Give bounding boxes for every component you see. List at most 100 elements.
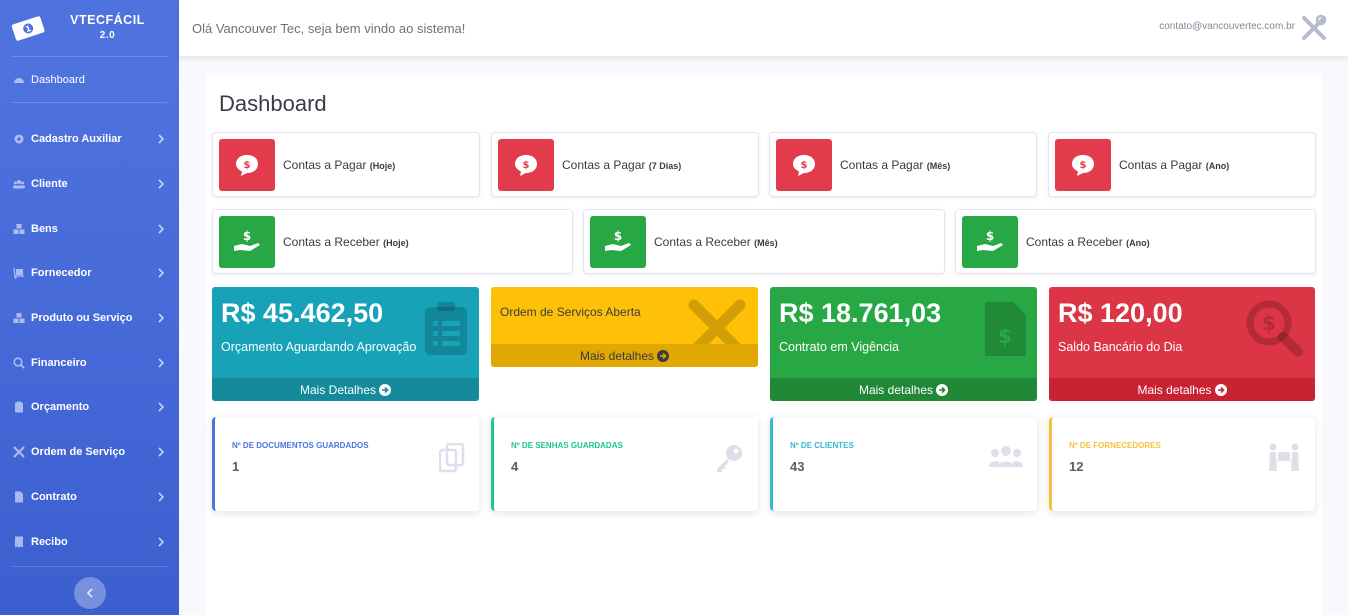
sidebar-item-bens[interactable]: Bens bbox=[0, 206, 179, 251]
sidebar-item-label: Fornecedor bbox=[31, 267, 92, 280]
people-carry-icon bbox=[1269, 443, 1299, 471]
stat-card-clientes: Nº de Clientes 43 bbox=[770, 417, 1037, 511]
card-label: Contas a Receber (Ano) bbox=[1026, 235, 1150, 249]
card-label: Contas a Receber (Hoje) bbox=[283, 235, 409, 249]
card-title: Contas a Receber bbox=[1026, 234, 1123, 249]
money-alert-icon: $ bbox=[1055, 138, 1111, 191]
stat-value: 43 bbox=[790, 459, 805, 474]
sidebar-item-cadastro-auxiliar[interactable]: Cadastro Auxiliar bbox=[0, 117, 179, 162]
card-period: (Ano) bbox=[1205, 160, 1230, 171]
sidebar-item-orcamento[interactable]: Orçamento bbox=[0, 385, 179, 430]
gear-icon bbox=[14, 134, 24, 144]
summary-description: Orçamento Aguardando Aprovação bbox=[221, 340, 417, 354]
card-period: (Mês) bbox=[754, 237, 778, 248]
boxes-icon bbox=[13, 223, 25, 234]
card-label: Contas a Pagar (Ano) bbox=[1119, 158, 1229, 172]
stat-label: Nº de Documentos Guardados bbox=[232, 441, 369, 450]
sidebar-item-recibo[interactable]: Recibo bbox=[0, 519, 179, 564]
svg-text:$: $ bbox=[244, 160, 251, 171]
card-title: Contas a Pagar bbox=[562, 157, 646, 172]
card-period: (Mês) bbox=[926, 160, 951, 171]
brand[interactable]: 1 VTECFÁCIL 2.0 bbox=[0, 0, 179, 56]
summary-value: R$ 45.462,50 bbox=[221, 298, 384, 328]
summary-value: R$ 120,00 bbox=[1058, 298, 1183, 328]
sidebar-item-label: Contrato bbox=[31, 490, 77, 503]
chevron-right-icon bbox=[158, 313, 165, 323]
welcome-message: Olá Vancouver Tec, seja bem vindo ao sis… bbox=[192, 20, 466, 36]
stat-card-documentos: Nº de Documentos Guardados 1 bbox=[212, 417, 479, 511]
sidebar-item-financeiro[interactable]: Financeiro bbox=[0, 340, 179, 385]
contas-pagar-ano-card[interactable]: $ Contas a Pagar (Ano) bbox=[1048, 132, 1316, 197]
clipboard-icon bbox=[15, 401, 23, 413]
sidebar-item-fornecedor[interactable]: Fornecedor bbox=[0, 251, 179, 296]
sidebar-item-produto-servico[interactable]: Produto ou Serviço bbox=[0, 296, 179, 341]
stat-value: 4 bbox=[511, 459, 519, 474]
contas-receber-mes-card[interactable]: $ Contas a Receber (Mês) bbox=[583, 209, 945, 274]
tools-icon[interactable] bbox=[1300, 14, 1328, 42]
contas-pagar-mes-card[interactable]: $ Contas a Pagar (Mês) bbox=[769, 132, 1037, 197]
chevron-right-icon bbox=[158, 179, 165, 189]
cubes-icon bbox=[13, 313, 25, 324]
stat-card-senhas: Nº de Senhas Guardadas 4 bbox=[491, 417, 758, 511]
mais-detalhes-link[interactable]: Mais detalhes bbox=[770, 378, 1037, 401]
footer-label: Mais detalhes bbox=[579, 348, 655, 363]
svg-text:$: $ bbox=[243, 229, 251, 243]
hand-holding-usd-icon: $ bbox=[219, 215, 275, 268]
contas-pagar-7dias-card[interactable]: $ Contas a Pagar (7 Dias) bbox=[491, 132, 759, 197]
money-bill-icon: 1 bbox=[11, 16, 45, 41]
chevron-right-icon bbox=[158, 268, 165, 278]
mais-detalhes-link[interactable]: Mais detalhes bbox=[1049, 378, 1315, 401]
chevron-right-icon bbox=[158, 536, 165, 547]
hand-holding-usd-icon: $ bbox=[962, 215, 1018, 268]
sidebar: 1 VTECFÁCIL 2.0 Dashboard Cadastro Auxil… bbox=[0, 0, 179, 615]
contas-pagar-hoje-card[interactable]: $ Contas a Pagar (Hoje) bbox=[212, 132, 480, 197]
copy-icon bbox=[439, 443, 465, 473]
summary-description: Ordem de Serviços Aberta bbox=[500, 305, 641, 319]
chevron-left-icon bbox=[86, 588, 93, 598]
search-dollar-icon bbox=[13, 357, 25, 369]
sidebar-item-cliente[interactable]: Cliente bbox=[0, 162, 179, 207]
file-invoice-dollar-icon: $ bbox=[985, 302, 1026, 356]
svg-text:$: $ bbox=[614, 229, 622, 243]
sidebar-item-contrato[interactable]: Contrato bbox=[0, 475, 179, 520]
money-alert-icon: $ bbox=[776, 138, 832, 191]
sidebar-toggle-button[interactable] bbox=[74, 577, 106, 609]
orcamento-summary-card: R$ 45.462,50 Orçamento Aguardando Aprova… bbox=[212, 287, 479, 401]
card-label: Contas a Pagar (Hoje) bbox=[283, 158, 395, 172]
search-dollar-icon: $ bbox=[1246, 300, 1303, 357]
sidebar-item-label: Cliente bbox=[31, 178, 68, 191]
contas-receber-ano-card[interactable]: $ Contas a Receber (Ano) bbox=[955, 209, 1316, 274]
page-title: Dashboard bbox=[219, 91, 327, 116]
chevron-right-icon bbox=[158, 492, 165, 502]
file-icon bbox=[15, 491, 23, 503]
sidebar-item-label: Ordem de Serviço bbox=[31, 446, 126, 459]
clipboard-list-icon bbox=[425, 302, 467, 355]
card-period: (Ano) bbox=[1126, 237, 1150, 248]
dolly-icon bbox=[13, 268, 24, 280]
arrow-circle-right-icon bbox=[936, 383, 949, 396]
arrow-circle-right-icon bbox=[1214, 383, 1227, 396]
contas-receber-hoje-card[interactable]: $ Contas a Receber (Hoje) bbox=[212, 209, 573, 274]
receipt-icon bbox=[15, 536, 23, 548]
card-label: Contas a Receber (Mês) bbox=[654, 235, 778, 249]
sidebar-item-dashboard[interactable]: Dashboard bbox=[0, 57, 179, 102]
mais-detalhes-link[interactable]: Mais Detalhes bbox=[212, 378, 479, 401]
money-alert-icon: $ bbox=[219, 138, 275, 191]
svg-text:$: $ bbox=[986, 229, 994, 243]
card-period: (Hoje) bbox=[383, 237, 409, 248]
card-title: Contas a Receber bbox=[283, 234, 380, 249]
footer-label: Mais detalhes bbox=[1137, 382, 1212, 397]
card-label: Contas a Pagar (Mês) bbox=[840, 158, 950, 172]
stat-label: Nº de Clientes bbox=[790, 441, 854, 450]
chevron-right-icon bbox=[158, 447, 165, 457]
summary-value: R$ 18.761,03 bbox=[779, 298, 942, 328]
sidebar-item-ordem-servico[interactable]: Ordem de Serviço bbox=[0, 430, 179, 475]
tachometer-icon bbox=[14, 77, 24, 83]
mais-detalhes-link[interactable]: Mais detalhes bbox=[491, 344, 758, 367]
card-title: Contas a Pagar bbox=[840, 157, 924, 172]
sidebar-item-label: Cadastro Auxiliar bbox=[31, 133, 122, 146]
user-email[interactable]: contato@vancouvertec.com.br bbox=[1159, 21, 1295, 32]
users-icon bbox=[13, 180, 25, 189]
sidebar-item-label: Recibo bbox=[31, 535, 68, 548]
card-title: Contas a Receber bbox=[654, 234, 751, 249]
